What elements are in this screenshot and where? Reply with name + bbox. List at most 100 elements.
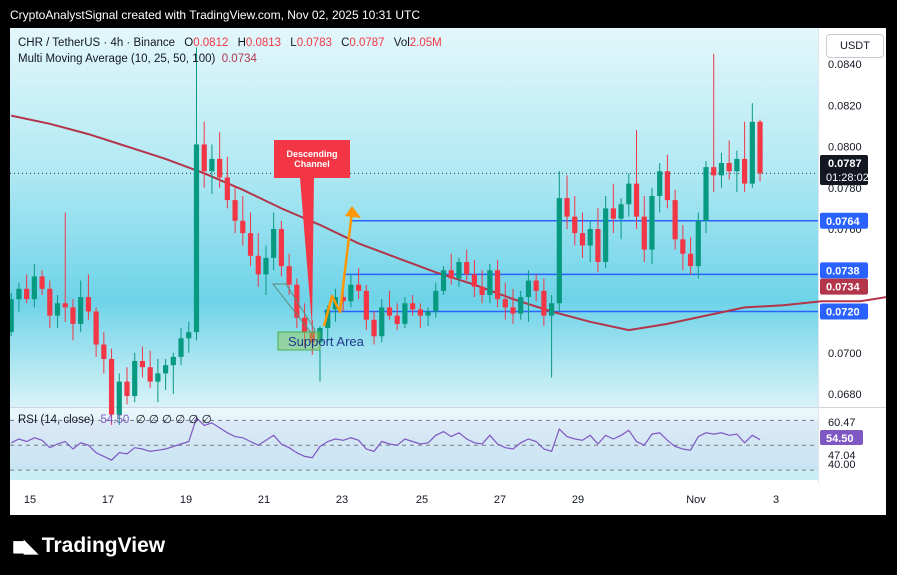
candle-body[interactable] (93, 311, 99, 345)
candle-body[interactable] (240, 220, 246, 234)
candle-body[interactable] (672, 200, 678, 240)
candle-body[interactable] (85, 297, 91, 312)
candle-body[interactable] (108, 358, 115, 415)
candle-body[interactable] (479, 286, 485, 295)
candle-body[interactable] (525, 280, 532, 298)
candle-body[interactable] (101, 344, 107, 359)
candle-body[interactable] (209, 158, 215, 172)
candle-body[interactable] (695, 220, 701, 267)
candle-body[interactable] (24, 288, 30, 300)
candle-body[interactable] (456, 262, 462, 279)
candle-body[interactable] (487, 270, 493, 295)
candle-body[interactable] (595, 229, 601, 262)
currency-button[interactable]: USDT (826, 34, 884, 58)
candle-body[interactable] (664, 171, 670, 201)
candle-body[interactable] (641, 216, 647, 250)
candle-body[interactable] (163, 365, 169, 374)
rsi-label[interactable]: RSI (14, close) (18, 414, 94, 426)
candle-body[interactable] (718, 163, 725, 176)
candle-body[interactable] (78, 297, 84, 324)
candle-body[interactable] (363, 290, 369, 320)
candle-body[interactable] (356, 284, 362, 291)
candle-body[interactable] (394, 315, 400, 324)
candle-body[interactable] (610, 208, 616, 219)
candle-body[interactable] (386, 307, 393, 316)
candle-body[interactable] (193, 144, 200, 333)
candle-body[interactable] (402, 303, 408, 324)
candle-body[interactable] (348, 284, 354, 302)
candle-body[interactable] (10, 299, 14, 333)
candle-body[interactable] (278, 229, 284, 267)
candle-body[interactable] (757, 121, 763, 174)
candle-body[interactable] (657, 171, 663, 196)
candle-body[interactable] (147, 367, 153, 382)
candle-body[interactable] (379, 307, 385, 337)
candle-body[interactable] (742, 158, 748, 184)
candle-body[interactable] (649, 196, 655, 250)
candle-body[interactable] (201, 144, 207, 172)
candle-body[interactable] (371, 319, 377, 337)
ma-indicator-label[interactable]: Multi Moving Average (10, 25, 50, 100) (18, 53, 215, 65)
candle-body[interactable] (247, 233, 254, 256)
candle-body[interactable] (556, 198, 562, 304)
candle-body[interactable] (39, 276, 45, 289)
candle-body[interactable] (170, 356, 176, 366)
candle-body[interactable] (47, 288, 53, 316)
candle-body[interactable] (626, 183, 632, 205)
candle-body[interactable] (224, 177, 230, 201)
candle-body[interactable] (54, 303, 61, 316)
candle-body[interactable] (471, 274, 477, 287)
candle-body[interactable] (433, 290, 439, 312)
candle-body[interactable] (711, 167, 717, 176)
candle-body[interactable] (16, 288, 22, 300)
candle-body[interactable] (232, 200, 238, 221)
high-label: H (237, 37, 246, 49)
candle-body[interactable] (572, 216, 578, 234)
candle-body[interactable] (70, 307, 76, 324)
candle-body[interactable] (703, 167, 709, 221)
candle-body[interactable] (494, 270, 501, 300)
candle-body[interactable] (410, 303, 416, 310)
symbol-info[interactable]: CHR / TetherUS · 4h · Binance (18, 37, 175, 49)
candle-body[interactable] (255, 255, 261, 275)
candle-body[interactable] (564, 198, 570, 217)
candle-body[interactable] (62, 303, 68, 308)
candle-body[interactable] (186, 332, 192, 339)
candle-body[interactable] (633, 183, 640, 217)
candle-body[interactable] (155, 373, 161, 382)
chart-svg[interactable]: 0.08400.08200.08000.07800.07600.07400.07… (10, 28, 886, 515)
candle-body[interactable] (549, 303, 555, 316)
candle-body[interactable] (139, 361, 146, 368)
candle-body[interactable] (116, 381, 122, 415)
candle-body[interactable] (286, 266, 292, 285)
ohlc-legend-row: CHR / TetherUS · 4h · Binance O0.0812 H0… (18, 35, 442, 51)
candle-body[interactable] (425, 311, 431, 316)
candle-body[interactable] (687, 253, 694, 267)
rsi-extras: ∅ ∅ ∅ ∅ ∅ ∅ (135, 414, 212, 426)
candle-body[interactable] (464, 262, 470, 275)
candle-body[interactable] (603, 208, 609, 262)
candle-body[interactable] (510, 307, 516, 314)
candle-body[interactable] (518, 297, 524, 314)
candle-body[interactable] (533, 280, 539, 291)
candle-body[interactable] (271, 229, 277, 258)
candle-body[interactable] (448, 270, 454, 279)
candle-body[interactable] (541, 290, 547, 316)
candle-body[interactable] (217, 158, 223, 178)
candle-body[interactable] (132, 361, 138, 397)
candle-body[interactable] (31, 276, 37, 300)
candle-body[interactable] (440, 270, 447, 291)
candle-body[interactable] (680, 239, 686, 254)
candle-body[interactable] (734, 158, 740, 172)
candle-body[interactable] (263, 257, 269, 275)
candle-body[interactable] (579, 233, 586, 246)
candle-body[interactable] (124, 381, 130, 397)
candle-body[interactable] (726, 163, 732, 172)
candle-body[interactable] (178, 338, 184, 357)
candle-body[interactable] (587, 229, 593, 246)
candle-body[interactable] (749, 121, 755, 184)
candle-body[interactable] (502, 299, 508, 308)
candle-body[interactable] (417, 309, 423, 316)
candle-body[interactable] (618, 204, 624, 219)
time-tick-label: 23 (336, 494, 348, 506)
